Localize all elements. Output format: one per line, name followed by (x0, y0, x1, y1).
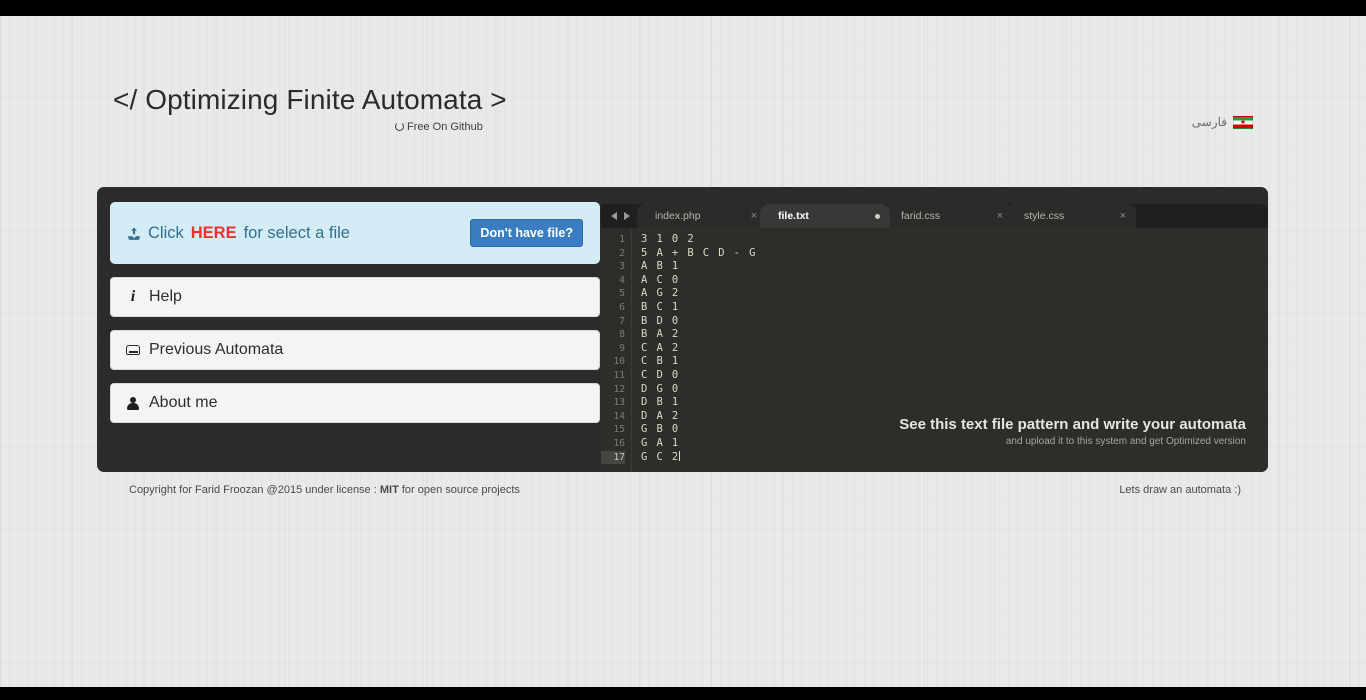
left-column: Click HERE for select a file Don't have … (110, 202, 600, 423)
main-panel: Click HERE for select a file Don't have … (97, 187, 1268, 472)
code-line: A G 2 (641, 287, 680, 300)
code-line: A C 0 (641, 273, 680, 286)
code-line: D G 0 (641, 382, 680, 395)
info-icon: i (130, 288, 136, 305)
github-link[interactable]: Free On Github (395, 121, 483, 133)
footer-copyright: Copyright for Farid Froozan @2015 under … (129, 484, 520, 496)
line-number: 4 (619, 274, 625, 286)
line-number: 10 (613, 356, 625, 368)
editor-tab-style-css[interactable]: style.css × (1006, 204, 1136, 228)
line-number: 2 (619, 247, 625, 259)
editor-tab-bar: index.php × file.txt farid.css × style.c… (601, 204, 1268, 228)
menu-item-about-me-label: About me (149, 394, 218, 411)
line-number-gutter: 1 2 3 4 5 6 7 8 9 10 11 12 13 14 15 16 17 (601, 228, 632, 472)
line-number: 11 (613, 369, 625, 381)
code-line: C A 2 (641, 341, 680, 354)
tab-scroll-arrows (604, 204, 637, 228)
upload-text-after: for select a file (243, 223, 350, 242)
user-icon (126, 396, 140, 410)
editor-tab-label: style.css (1024, 210, 1065, 222)
page-title: </ Optimizing Finite Automata > (113, 84, 507, 115)
github-link-label: Free On Github (407, 121, 483, 133)
file-upload-label: Click HERE for select a file (127, 224, 350, 243)
code-line: B C 1 (641, 300, 680, 313)
code-line: G C 2 (641, 450, 680, 463)
editor-tab-label: file.txt (778, 210, 809, 222)
hdd-icon (126, 345, 140, 355)
code-area[interactable]: 1 2 3 4 5 6 7 8 9 10 11 12 13 14 15 16 17 3 1 0 25 A + B… (601, 228, 1268, 472)
file-upload-box[interactable]: Click HERE for select a file Don't have … (110, 202, 600, 264)
code-line: G B 0 (641, 423, 680, 436)
editor-tab-label: farid.css (901, 210, 941, 222)
bottom-black-bar (0, 687, 1366, 700)
line-number: 1 (619, 234, 625, 245)
page-background: </ Optimizing Finite Automata > Free On … (0, 16, 1366, 687)
app-root: </ Optimizing Finite Automata > Free On … (0, 0, 1366, 700)
line-number: 13 (613, 397, 625, 409)
editor-tab-file-txt[interactable]: file.txt (760, 204, 890, 228)
code-line: G A 1 (641, 436, 680, 449)
code-editor: index.php × file.txt farid.css × style.c… (601, 204, 1268, 472)
github-icon (395, 122, 404, 131)
code-line: D B 1 (641, 396, 680, 409)
code-line: B A 2 (641, 328, 680, 341)
arrow-right-icon[interactable] (624, 212, 630, 220)
upload-text-before: Click (148, 223, 184, 242)
menu-item-about-me[interactable]: About me (110, 383, 600, 423)
footer-tagline: Lets draw an automata :) (1119, 484, 1241, 496)
line-number: 14 (613, 410, 625, 422)
dont-have-file-button[interactable]: Don't have file? (470, 219, 583, 247)
code-line: 5 A + B C D - G (641, 246, 757, 259)
line-number: 16 (613, 437, 625, 449)
menu-item-previous-automata[interactable]: Previous Automata (110, 330, 600, 370)
language-switch-label: فارسی (1191, 115, 1227, 129)
close-icon[interactable]: × (1120, 210, 1126, 222)
line-number: 3 (619, 261, 625, 273)
line-number: 6 (619, 301, 625, 313)
code-content[interactable]: 3 1 0 25 A + B C D - GA B 1A C 0A G 2B C… (632, 228, 1268, 472)
arrow-left-icon[interactable] (611, 212, 617, 220)
footer-copyright-license: MIT (379, 484, 399, 496)
line-number: 15 (613, 424, 625, 436)
code-line: C B 1 (641, 355, 680, 368)
line-number: 12 (613, 383, 625, 395)
unsaved-dot-icon[interactable] (875, 213, 880, 219)
line-number: 9 (619, 342, 625, 354)
footer-copyright-before: Copyright for Farid Froozan @2015 under … (129, 484, 380, 496)
menu-item-help[interactable]: i Help (110, 277, 600, 317)
upload-icon (127, 227, 141, 241)
line-number: 17 (601, 450, 625, 465)
code-line: B D 0 (641, 314, 680, 327)
editor-tab-index-php[interactable]: index.php × (637, 204, 767, 228)
close-icon[interactable]: × (997, 210, 1003, 222)
code-line: 3 1 0 2 (641, 233, 696, 245)
language-switch[interactable]: فارسی (1192, 115, 1253, 129)
line-number: 5 (619, 288, 625, 300)
close-icon[interactable]: × (751, 210, 757, 222)
text-cursor (678, 450, 680, 461)
iran-flag-icon (1233, 115, 1253, 129)
top-black-bar (0, 0, 1366, 16)
code-line: C D 0 (641, 368, 680, 381)
editor-tab-label: index.php (655, 210, 701, 222)
line-number: 8 (619, 329, 625, 341)
code-line: A B 1 (641, 260, 680, 273)
footer-copyright-after: for open source projects (398, 484, 520, 496)
upload-text-highlight: HERE (190, 223, 237, 242)
menu-item-previous-automata-label: Previous Automata (149, 341, 284, 358)
menu-item-help-label: Help (149, 288, 182, 305)
line-number: 7 (619, 315, 625, 327)
code-line: D A 2 (641, 409, 680, 422)
editor-tab-farid-css[interactable]: farid.css × (883, 204, 1013, 228)
